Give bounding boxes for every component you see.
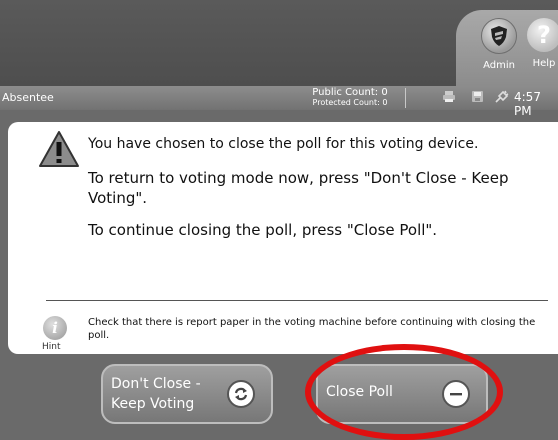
return-instruction: To return to voting mode now, press "Don…	[88, 169, 509, 207]
close-poll-dialog: You have chosen to close the poll for th…	[8, 122, 558, 354]
hint-text: Check that there is report paper in the …	[88, 317, 536, 341]
save-icon	[471, 90, 484, 106]
admin-label: Admin	[483, 60, 515, 71]
minus-circle-icon	[442, 380, 470, 408]
voting-mode: Absentee	[2, 91, 54, 104]
close-poll-label: Close Poll	[326, 384, 393, 400]
close-poll-button[interactable]: Close Poll	[316, 364, 488, 424]
admin-button[interactable]: Admin	[476, 18, 522, 71]
help-icon: ?	[527, 18, 558, 52]
keep-voting-line1: Don't Close -	[111, 376, 201, 392]
plug-icon	[494, 90, 510, 107]
protected-count: Protected Count: 0	[312, 98, 388, 107]
printer-icon	[442, 90, 456, 106]
keep-voting-button[interactable]: Don't Close - Keep Voting	[101, 364, 273, 424]
warning-icon	[39, 131, 79, 167]
top-bar: Admin ? Help	[0, 0, 558, 86]
dialog-message: You have chosen to close the poll for th…	[88, 136, 479, 152]
continue-instruction: To continue closing the poll, press "Clo…	[88, 221, 438, 239]
help-glyph: ?	[537, 21, 551, 49]
status-bar: Absentee Public Count: 0 Protected Count…	[0, 86, 558, 118]
help-button[interactable]: ? Help	[521, 18, 558, 69]
clock-time: 4:57 PM	[514, 90, 541, 118]
shield-icon	[481, 18, 517, 54]
hint-label: Hint	[42, 342, 61, 352]
public-count: Public Count: 0	[312, 87, 388, 98]
hint-icon: i	[43, 316, 67, 340]
keep-voting-line2: Keep Voting	[111, 396, 195, 412]
refresh-icon	[227, 380, 255, 408]
help-label: Help	[532, 58, 556, 69]
status-divider	[405, 88, 406, 108]
keep-voting-label: Don't Close - Keep Voting	[111, 374, 201, 414]
dialog-divider	[46, 300, 548, 301]
